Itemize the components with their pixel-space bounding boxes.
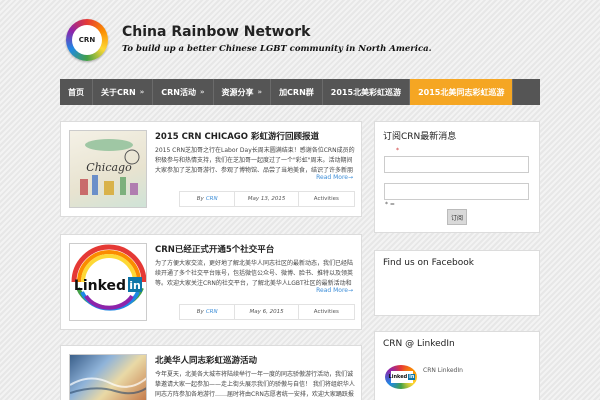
subscribe-button[interactable]: 订阅	[447, 209, 467, 225]
required-mark: *	[396, 147, 399, 154]
dropdown-arrow-icon: »	[257, 88, 263, 96]
chicago-illustration-icon: Chicago	[80, 139, 140, 195]
read-more-link[interactable]: Read More→	[316, 174, 353, 181]
logo-text: CRN	[72, 25, 102, 55]
subscribe-widget: 订阅CRN最新消息 * * = 订阅	[374, 121, 540, 233]
post-excerpt: 今年夏天，北美各大城市将陆续举行一年一度的同志骄傲游行活动，我们诚挚邀请大家一起…	[155, 371, 355, 398]
required-note: * =	[385, 201, 395, 208]
nav-item-join[interactable]: 加CRN群	[271, 79, 323, 105]
linkedin-link[interactable]: CRN LinkedIn	[423, 367, 463, 374]
nav-label: 2015北美彩虹巡游	[330, 87, 402, 97]
post-card: Linked in CRN已经正式开通5个社交平台 为了方便大家交流，更好地了解…	[60, 234, 362, 330]
main-nav: 首页 关于CRN» CRN活动» 资源分享» 加CRN群 2015北美彩虹巡游 …	[60, 79, 540, 105]
post-card: 北美华人同志彩虹巡游活动 今年夏天，北美各大城市将陆续举行一年一度的同志骄傲游行…	[60, 345, 362, 400]
author-prefix: By	[196, 196, 204, 202]
nav-label: 2015北美同志彩虹巡游	[418, 87, 505, 97]
nav-item-parade[interactable]: 2015北美彩虹巡游	[323, 79, 411, 105]
site-header: CRN China Rainbow Network To build up a …	[0, 0, 600, 80]
nav-item-parade-active[interactable]: 2015北美同志彩虹巡游	[410, 79, 514, 105]
post-thumbnail[interactable]: Linked in	[69, 243, 147, 321]
parade-painting-icon	[70, 377, 146, 395]
post-date: May 13, 2015	[235, 192, 299, 206]
nav-label: 加CRN群	[279, 87, 314, 97]
dropdown-arrow-icon: »	[200, 88, 205, 96]
post-title[interactable]: 北美华人同志彩虹巡游活动	[155, 354, 257, 366]
post-excerpt: 2015 CRN芝加哥之行在Labor Day长周末圆满结束！感谢各位CRN成员…	[155, 147, 355, 174]
linkedin-wordmark: Linked in	[388, 371, 416, 383]
linkedin-logo-icon[interactable]: Linked in	[385, 365, 417, 389]
subscribe-title: 订阅CRN最新消息	[383, 132, 457, 142]
nav-label: 关于CRN	[101, 87, 136, 97]
author-prefix: By	[196, 309, 204, 315]
read-more-link[interactable]: Read More→	[316, 287, 353, 294]
post-category[interactable]: Activities	[299, 305, 354, 319]
post-meta: By CRN May 6, 2015 Activities	[179, 304, 355, 320]
nav-item-activities[interactable]: CRN活动 »	[153, 79, 214, 105]
linkedin-widget: CRN @ LinkedIn Linked in CRN LinkedIn	[374, 331, 540, 400]
post-meta: By CRN May 13, 2015 Activities	[179, 191, 355, 207]
nav-item-resources[interactable]: 资源分享»	[214, 79, 272, 105]
facebook-widget: Find us on Facebook	[374, 250, 540, 316]
linkedin-word: Linked	[388, 374, 408, 380]
author-link[interactable]: CRN	[206, 196, 218, 202]
site-tagline: To build up a better Chinese LGBT commun…	[122, 44, 432, 54]
post-author: By CRN	[180, 192, 236, 206]
post-author: By CRN	[180, 305, 236, 319]
post-category[interactable]: Activities	[299, 192, 354, 206]
svg-text:in: in	[129, 279, 141, 292]
nav-label: 资源分享	[221, 87, 254, 97]
nav-item-home[interactable]: 首页	[60, 79, 93, 105]
svg-text:Chicago: Chicago	[86, 161, 132, 174]
svg-text:Linked: Linked	[74, 278, 126, 294]
linkedin-rainbow-icon: Linked in	[71, 244, 146, 311]
nav-item-about[interactable]: 关于CRN»	[93, 79, 154, 105]
post-date: May 6, 2015	[235, 305, 299, 319]
post-thumbnail[interactable]: Chicago	[69, 130, 147, 208]
nav-label: 首页	[68, 87, 84, 97]
post-thumbnail[interactable]	[69, 354, 147, 400]
post-excerpt: 为了方便大家交流，更好地了解北美华人同志社区的最新动态，我们已经陆续开通了多个社…	[155, 260, 354, 287]
site-logo[interactable]: CRN	[66, 19, 108, 61]
author-link[interactable]: CRN	[206, 309, 218, 315]
post-card: Chicago 2015 CRN CHICAGO 彩虹游行回顾报道 2015 C…	[60, 121, 362, 217]
facebook-title: Find us on Facebook	[383, 258, 474, 268]
post-title[interactable]: CRN已经正式开通5个社交平台	[155, 243, 274, 255]
post-title[interactable]: 2015 CRN CHICAGO 彩虹游行回顾报道	[155, 130, 319, 142]
name-field[interactable]	[384, 183, 529, 200]
nav-label: CRN活动	[161, 87, 196, 97]
linkedin-title: CRN @ LinkedIn	[383, 339, 455, 349]
dropdown-arrow-icon: »	[139, 88, 145, 96]
email-field[interactable]	[384, 156, 529, 173]
site-title[interactable]: China Rainbow Network	[122, 24, 310, 40]
linkedin-in: in	[408, 374, 416, 380]
